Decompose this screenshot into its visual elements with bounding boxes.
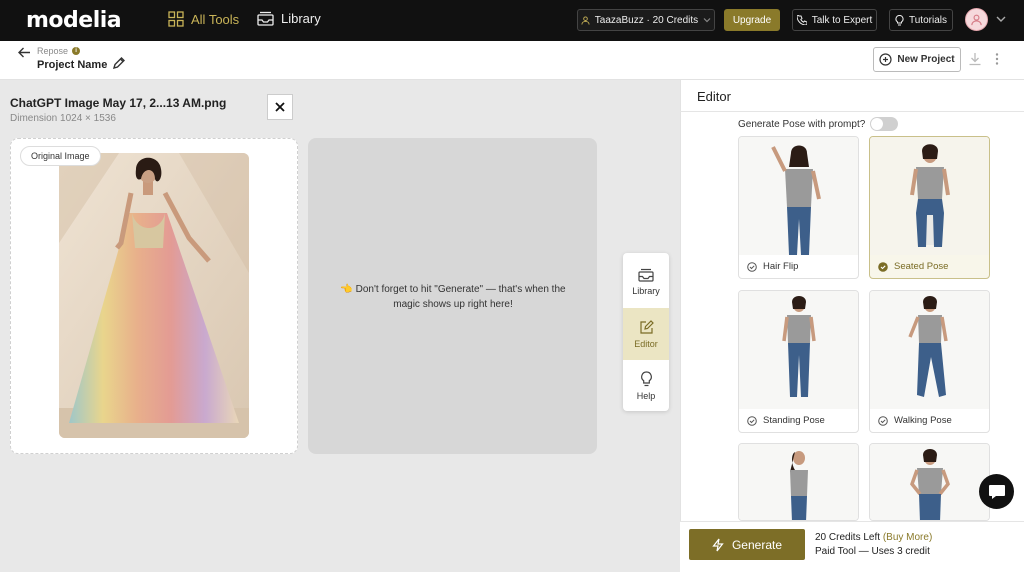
- nav-all-tools-label: All Tools: [191, 11, 240, 27]
- plus-circle-icon: [879, 53, 892, 66]
- check-circle-icon: [747, 261, 757, 272]
- dock-editor-label: Editor: [634, 338, 658, 349]
- pose-card[interactable]: [869, 443, 990, 521]
- project-name: Project Name: [37, 59, 108, 71]
- close-button[interactable]: [267, 94, 293, 120]
- chat-icon: [988, 484, 1005, 499]
- check-circle-icon: [878, 415, 888, 426]
- side-dock: Library Editor Help: [623, 253, 669, 411]
- generate-button[interactable]: Generate: [689, 529, 805, 560]
- lightbulb-icon: [640, 371, 652, 387]
- pose-thumbnail: [739, 291, 858, 409]
- top-bar: modelia All Tools Library TaazaBuzz · 20…: [0, 0, 1024, 41]
- phone-icon: [796, 15, 807, 25]
- generate-pose-toggle[interactable]: [870, 117, 898, 131]
- edit-icon: [639, 319, 654, 334]
- check-circle-icon: [747, 415, 757, 426]
- info-icon[interactable]: i: [72, 47, 81, 55]
- modelia-logo[interactable]: modelia: [26, 8, 122, 33]
- grid-icon: [168, 11, 184, 27]
- nav-library-label: Library: [281, 11, 321, 26]
- breadcrumb[interactable]: Repose i: [37, 46, 81, 56]
- pose-label: Standing Pose: [747, 415, 825, 426]
- nav-library[interactable]: Library: [257, 11, 321, 26]
- talk-to-expert-label: Talk to Expert: [811, 14, 873, 26]
- dock-editor[interactable]: Editor: [623, 308, 669, 360]
- divider: [680, 111, 1024, 112]
- pose-card-seated[interactable]: Seated Pose: [869, 136, 990, 279]
- pose-thumbnail: [870, 137, 989, 255]
- inbox-icon: [257, 11, 274, 26]
- generate-label: Generate: [731, 537, 783, 552]
- chevron-down-icon: [703, 18, 711, 23]
- pose-thumbnail: [870, 444, 989, 520]
- pose-card[interactable]: [738, 443, 859, 521]
- chevron-down-icon[interactable]: [995, 13, 1007, 25]
- avatar[interactable]: [965, 8, 988, 31]
- file-title: ChatGPT Image May 17, 2...13 AM.png: [10, 96, 227, 110]
- pose-label: Walking Pose: [878, 415, 952, 426]
- new-project-button[interactable]: New Project: [873, 47, 961, 72]
- talk-to-expert-button[interactable]: Talk to Expert: [792, 9, 877, 31]
- lightbulb-icon: [895, 14, 904, 25]
- dock-help[interactable]: Help: [623, 360, 669, 412]
- file-dimension: Dimension 1024 × 1536: [10, 113, 116, 124]
- lightning-icon: [712, 538, 724, 551]
- pose-label: Seated Pose: [878, 261, 948, 272]
- dock-library[interactable]: Library: [623, 256, 669, 308]
- close-icon: [275, 102, 285, 112]
- breadcrumb-repose: Repose: [37, 46, 69, 56]
- user-icon: [971, 14, 982, 26]
- tutorials-button[interactable]: Tutorials: [889, 9, 953, 31]
- pose-card-hair-flip[interactable]: Hair Flip: [738, 136, 859, 279]
- credits-left: 20 Credits Left (Buy More): [815, 532, 932, 543]
- dock-library-label: Library: [632, 286, 660, 296]
- pose-thumbnail: [739, 444, 858, 520]
- credits-pill-label: TaazaBuzz · 20 Credits: [594, 14, 699, 26]
- dock-help-label: Help: [636, 391, 656, 401]
- pencil-icon[interactable]: [112, 56, 126, 70]
- download-icon[interactable]: [968, 52, 982, 66]
- chat-support-button[interactable]: [979, 474, 1014, 509]
- paid-tool-note: Paid Tool — Uses 3 credit: [815, 546, 930, 557]
- original-image: [59, 153, 249, 438]
- inbox-icon: [638, 268, 654, 282]
- pose-card-standing[interactable]: Standing Pose: [738, 290, 859, 433]
- new-project-label: New Project: [897, 54, 955, 65]
- pose-label: Hair Flip: [747, 261, 798, 272]
- user-icon: [581, 15, 590, 25]
- project-header: [0, 41, 1024, 80]
- upgrade-button[interactable]: Upgrade: [724, 9, 780, 31]
- pose-thumbnail: [870, 291, 989, 409]
- back-arrow-icon[interactable]: [18, 47, 31, 58]
- account-credits-dropdown[interactable]: TaazaBuzz · 20 Credits: [577, 9, 715, 31]
- original-image-label: Original Image: [20, 146, 101, 166]
- credits-left-text: 20 Credits Left: [815, 532, 881, 543]
- more-vertical-icon[interactable]: [994, 52, 1000, 66]
- editor-title: Editor: [697, 89, 731, 104]
- pose-card-walking[interactable]: Walking Pose: [869, 290, 990, 433]
- tutorials-label: Tutorials: [909, 14, 947, 26]
- nav-all-tools[interactable]: All Tools: [168, 11, 239, 27]
- buy-more-link[interactable]: (Buy More): [883, 532, 932, 543]
- generate-hint-message: 👈 Don't forget to hit "Generate" — that'…: [340, 284, 566, 310]
- pose-thumbnail: [739, 137, 858, 255]
- check-circle-filled-icon: [878, 261, 888, 272]
- generate-pose-prompt-label: Generate Pose with prompt?: [738, 119, 866, 130]
